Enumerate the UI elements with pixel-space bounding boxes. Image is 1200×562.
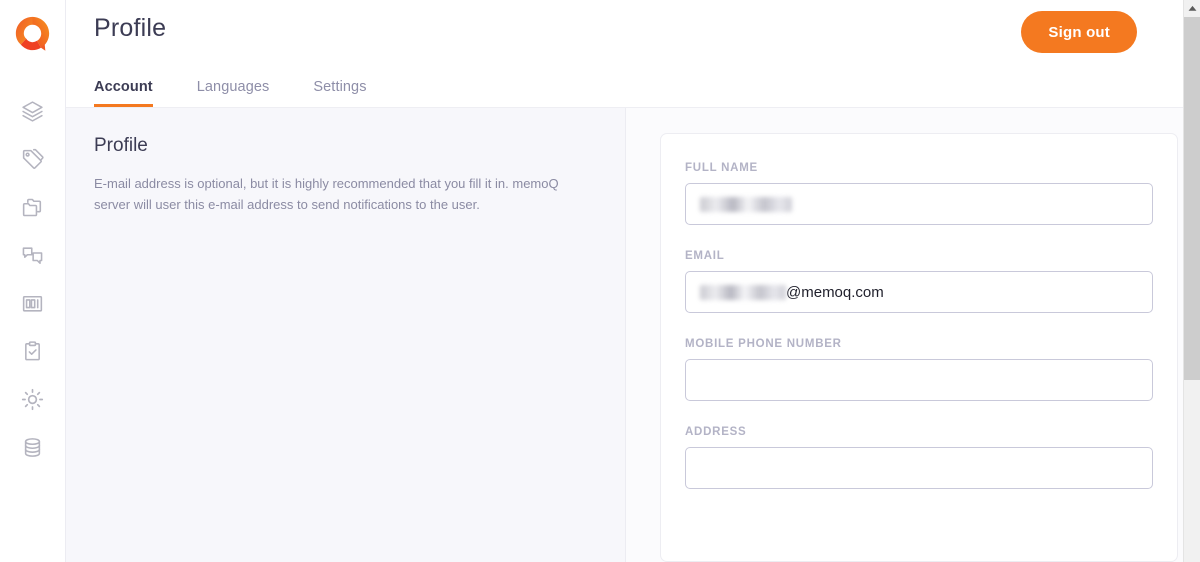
address-label: ADDRESS: [685, 426, 1153, 438]
vertical-scrollbar[interactable]: [1183, 0, 1200, 562]
tab-settings[interactable]: Settings: [313, 79, 366, 107]
mobile-phone-label: MOBILE PHONE NUMBER: [685, 338, 1153, 350]
sidebar-item-resources[interactable]: [10, 423, 56, 471]
description-pane: Profile E-mail address is optional, but …: [66, 108, 626, 562]
database-icon: [20, 435, 45, 460]
sidebar-item-layers[interactable]: [10, 87, 56, 135]
sidebar-item-reports[interactable]: [10, 279, 56, 327]
scrollbar-thumb[interactable]: [1184, 17, 1200, 380]
memoq-logo-icon: [14, 15, 51, 52]
folders-icon: [20, 195, 45, 220]
address-field[interactable]: [685, 447, 1153, 489]
full-name-redacted-value: [700, 197, 792, 212]
form-pane: FULL NAME EMAIL @memoq.com: [626, 108, 1200, 562]
sidebar-item-settings[interactable]: [10, 375, 56, 423]
section-title: Profile: [94, 135, 595, 157]
sidebar: [0, 0, 66, 562]
full-name-field[interactable]: [685, 183, 1153, 225]
mobile-phone-field[interactable]: [685, 359, 1153, 401]
email-label: EMAIL: [685, 250, 1153, 262]
page-header: Profile Sign out Account Languages Setti…: [66, 0, 1200, 108]
layers-icon: [20, 99, 45, 124]
tab-languages[interactable]: Languages: [197, 79, 270, 107]
email-field[interactable]: @memoq.com: [685, 271, 1153, 313]
chevron-up-icon: [1188, 5, 1197, 12]
app-window: Profile Sign out Account Languages Setti…: [0, 0, 1200, 562]
sidebar-item-tasks[interactable]: [10, 327, 56, 375]
sidebar-item-folders[interactable]: [10, 183, 56, 231]
gear-icon: [20, 387, 45, 412]
mobile-phone-field-group: MOBILE PHONE NUMBER: [685, 338, 1153, 401]
memoq-logo[interactable]: [13, 13, 53, 53]
chat-icon: [20, 243, 45, 268]
email-value-row: @memoq.com: [700, 284, 884, 301]
email-field-group: EMAIL @memoq.com: [685, 250, 1153, 313]
sidebar-item-chat[interactable]: [10, 231, 56, 279]
email-domain: @memoq.com: [786, 284, 884, 301]
tab-account[interactable]: Account: [94, 79, 153, 107]
sidebar-item-tags[interactable]: [10, 135, 56, 183]
section-description: E-mail address is optional, but it is hi…: [94, 173, 595, 215]
address-field-group: ADDRESS: [685, 426, 1153, 489]
full-name-label: FULL NAME: [685, 162, 1153, 174]
sign-out-button[interactable]: Sign out: [1021, 11, 1137, 53]
tab-bar: Account Languages Settings: [94, 79, 411, 107]
full-name-field-group: FULL NAME: [685, 162, 1153, 225]
chart-icon: [20, 291, 45, 316]
profile-form-card: FULL NAME EMAIL @memoq.com: [660, 133, 1178, 562]
tags-icon: [20, 147, 45, 172]
main-area: Profile Sign out Account Languages Setti…: [66, 0, 1200, 562]
page-title: Profile: [94, 14, 166, 43]
scroll-up-button[interactable]: [1184, 0, 1200, 17]
email-redacted-prefix: [700, 285, 786, 300]
content-area: Profile E-mail address is optional, but …: [66, 108, 1200, 562]
clipboard-check-icon: [20, 339, 45, 364]
